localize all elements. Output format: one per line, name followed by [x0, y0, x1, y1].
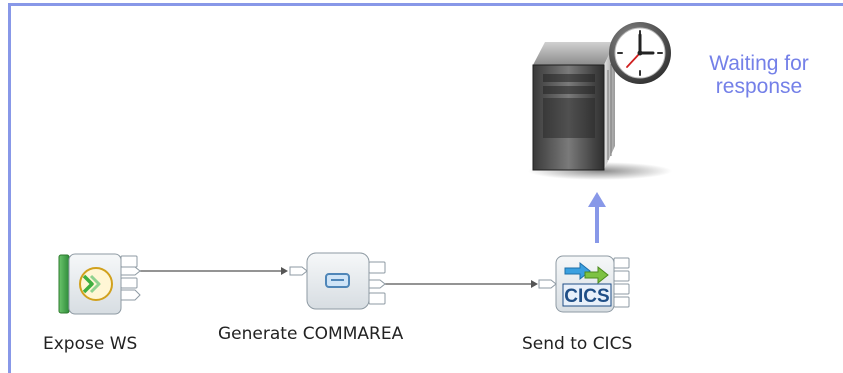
- status-line-2: response: [715, 75, 803, 98]
- send-to-cics-label: Send to CICS: [522, 334, 633, 354]
- request-arrow: [588, 192, 606, 243]
- connector-expose-to-generate: [140, 267, 288, 275]
- connector-generate-to-cics: [385, 280, 538, 288]
- clock-icon: [609, 22, 671, 84]
- cics-badge-text: CICS: [564, 286, 609, 307]
- compute-node-icon: [325, 273, 350, 288]
- status-label: Waiting for response: [687, 52, 831, 98]
- send-to-cics-node[interactable]: CICS: [538, 255, 630, 313]
- generate-commarea-node[interactable]: [289, 252, 386, 310]
- generate-commarea-label: Generate COMMAREA: [218, 324, 404, 344]
- status-line-1: Waiting for: [709, 52, 809, 75]
- expose-ws-node[interactable]: [58, 253, 141, 315]
- web-service-input-icon: [79, 267, 113, 301]
- expose-ws-label: Expose WS: [43, 334, 138, 354]
